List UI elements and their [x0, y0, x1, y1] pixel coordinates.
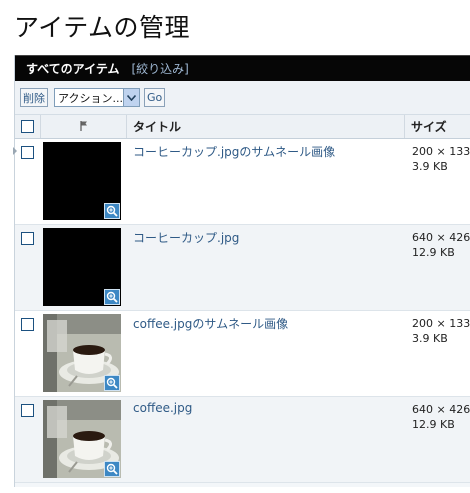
magnifier-zoom-icon[interactable] — [104, 289, 120, 305]
select-all-checkbox[interactable] — [21, 120, 34, 133]
filter-link[interactable]: [絞り込み] — [131, 60, 188, 77]
flag-icon — [79, 120, 88, 134]
row-checkbox[interactable] — [21, 146, 34, 159]
row-checkbox[interactable] — [21, 404, 34, 417]
item-dimensions: 200 × 133 — [412, 317, 470, 330]
table-header: タイトル サイズ — [15, 115, 470, 139]
thumbnail-image[interactable] — [43, 228, 121, 306]
item-size: 640 × 426 12.9 KB — [412, 402, 470, 432]
thumbnail-image[interactable] — [43, 142, 121, 220]
table-row: coffee.jpg 640 × 426 12.9 KB — [15, 397, 470, 483]
item-filesize: 12.9 KB — [412, 418, 455, 431]
action-select[interactable]: アクション... — [54, 88, 140, 107]
item-list: コーヒーカップ.jpgのサムネール画像 200 × 133 3.9 KB コーヒーカッ… — [13, 139, 470, 483]
magnifier-zoom-icon[interactable] — [104, 461, 120, 477]
chevron-down-icon[interactable] — [123, 89, 139, 106]
panel-title: すべてのアイテム — [26, 62, 120, 76]
toolbar: 削除 アクション... Go — [15, 81, 470, 115]
go-button[interactable]: Go — [144, 88, 166, 107]
action-select-value: アクション... — [58, 91, 123, 105]
table-row: コーヒーカップ.jpgのサムネール画像 200 × 133 3.9 KB — [13, 139, 470, 225]
thumbnail-image[interactable] — [43, 314, 121, 392]
row-checkbox[interactable] — [21, 318, 34, 331]
item-title-link[interactable]: coffee.jpg — [133, 401, 192, 415]
flag-column-header[interactable] — [41, 115, 127, 138]
items-panel: すべてのアイテム [絞り込み] 削除 アクション... Go タイトル サイズ … — [13, 55, 470, 487]
item-dimensions: 640 × 426 — [412, 403, 470, 416]
item-size: 640 × 426 12.9 KB — [412, 230, 470, 260]
panel-header: すべてのアイテム [絞り込み] — [15, 55, 470, 81]
table-row: coffee.jpgのサムネール画像 200 × 133 3.9 KB — [15, 311, 470, 397]
item-filesize: 3.9 KB — [412, 332, 448, 345]
item-title-link[interactable]: コーヒーカップ.jpgのサムネール画像 — [133, 143, 335, 160]
item-dimensions: 200 × 133 — [412, 145, 470, 158]
magnifier-zoom-icon[interactable] — [104, 375, 120, 391]
delete-button[interactable]: 削除 — [20, 88, 48, 107]
row-marker — [13, 147, 17, 155]
size-column-header[interactable]: サイズ — [405, 115, 470, 138]
item-size: 200 × 133 3.9 KB — [412, 144, 470, 174]
item-filesize: 12.9 KB — [412, 246, 455, 259]
table-row: コーヒーカップ.jpg 640 × 426 12.9 KB — [15, 225, 470, 311]
item-title-link[interactable]: コーヒーカップ.jpg — [133, 229, 239, 246]
header-select-all — [15, 115, 41, 138]
item-dimensions: 640 × 426 — [412, 231, 470, 244]
row-checkbox[interactable] — [21, 232, 34, 245]
thumbnail-image[interactable] — [43, 400, 121, 478]
title-column-header[interactable]: タイトル — [127, 115, 405, 138]
item-filesize: 3.9 KB — [412, 160, 448, 173]
item-size: 200 × 133 3.9 KB — [412, 316, 470, 346]
magnifier-zoom-icon[interactable] — [104, 203, 120, 219]
item-title-link[interactable]: coffee.jpgのサムネール画像 — [133, 315, 288, 332]
page-title: アイテムの管理 — [14, 13, 191, 42]
